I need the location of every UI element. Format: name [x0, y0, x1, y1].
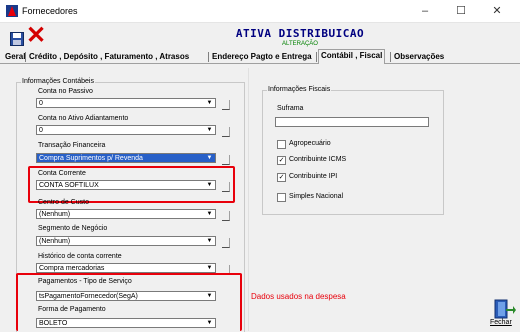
agropecuario-label: Agropecuário — [289, 140, 331, 147]
forma-pagamento-value: BOLETO — [39, 320, 68, 327]
suframa-input[interactable] — [275, 117, 429, 127]
chevron-down-icon: ▼ — [206, 127, 213, 133]
check-icon: ✓ — [278, 157, 285, 164]
historico-value: Compra mercadorias — [39, 265, 105, 272]
conta-corrente-select[interactable]: CONTA SOFTILUX ▼ — [36, 180, 216, 190]
save-icon[interactable] — [10, 32, 24, 46]
tab-separator — [25, 52, 26, 62]
exit-button-label[interactable]: Fechar — [490, 319, 512, 326]
check-icon: ✓ — [278, 174, 285, 181]
chevron-down-icon: ▼ — [206, 265, 213, 271]
chevron-down-icon: ▼ — [206, 155, 213, 161]
company-name: ATIVA DISTRIBUICAO — [235, 27, 365, 40]
suframa-label: Suframa — [277, 105, 304, 112]
contribuinte-icms-checkbox[interactable]: ✓ — [277, 156, 286, 165]
chevron-down-icon: ▼ — [206, 238, 213, 244]
cancel-icon[interactable]: ✕ — [26, 24, 46, 48]
tab-separator — [208, 52, 209, 62]
minimize-button[interactable]: – — [407, 2, 443, 20]
conta-adiantamento-value: 0 — [39, 127, 43, 134]
window-title: Fornecedores — [22, 6, 78, 16]
conta-corrente-value: CONTA SOFTILUX — [39, 182, 99, 189]
transacao-value: Compra Suprimentos p/ Revenda — [39, 155, 143, 162]
pagamentos-tipo-select[interactable]: tsPagamentoFornecedor(SegA) ▼ — [36, 291, 216, 301]
transacao-ellipsis-button[interactable] — [222, 155, 230, 165]
tab-bar: Geral Crédito , Depósito , Faturamento ,… — [0, 49, 520, 64]
centro-custo-select[interactable]: (Nenhum) ▼ — [36, 209, 216, 219]
contribuinte-icms-label: Contribuinte ICMS — [289, 156, 347, 163]
tab-endereco[interactable]: Endereço Pagto e Entrega — [210, 51, 314, 63]
tab-contabil-fiscal[interactable]: Contábil , Fiscal — [318, 49, 386, 64]
transacao-label: Transação Financeira — [38, 142, 106, 149]
tab-geral[interactable]: Geral — [3, 51, 27, 63]
chevron-down-icon: ▼ — [206, 293, 213, 299]
historico-label: Histórico de conta corrente — [38, 253, 122, 260]
segmento-ellipsis-button[interactable] — [222, 238, 230, 248]
centro-custo-ellipsis-button[interactable] — [222, 211, 230, 221]
segmento-label: Segmento de Negócio — [38, 225, 108, 232]
contabeis-group-title: Informações Contábeis — [21, 78, 95, 85]
conta-adiantamento-ellipsis-button[interactable] — [222, 127, 230, 137]
tab-separator — [390, 52, 391, 62]
fiscais-group-title: Informações Fiscais — [267, 86, 332, 93]
forma-pagamento-select[interactable]: BOLETO ▼ — [36, 318, 216, 328]
conta-passivo-select[interactable]: 0 ▼ — [36, 98, 216, 108]
chevron-down-icon: ▼ — [206, 100, 213, 106]
forma-pagamento-label: Forma de Pagamento — [38, 306, 106, 313]
annotation-note: Dados usados na despesa — [251, 292, 346, 301]
tab-separator — [316, 52, 317, 62]
segmento-value: (Nenhum) — [39, 238, 71, 245]
simples-nacional-label: Simples Nacional — [289, 193, 344, 200]
pagamentos-tipo-value: tsPagamentoFornecedor(SegA) — [39, 293, 138, 300]
transacao-select[interactable]: Compra Suprimentos p/ Revenda ▼ — [36, 153, 216, 163]
chevron-down-icon: ▼ — [206, 211, 213, 217]
conta-adiantamento-label: Conta no Ativo Adiantamento — [38, 115, 129, 122]
close-window-button[interactable]: ✕ — [479, 2, 515, 20]
chevron-down-icon: ▼ — [206, 320, 213, 326]
maximize-button[interactable]: ☐ — [443, 2, 479, 20]
conta-corrente-label: Conta Corrente — [38, 170, 86, 177]
mode-label: ALTERAÇÃO — [282, 41, 318, 47]
chevron-down-icon: ▼ — [206, 182, 213, 188]
conta-passivo-ellipsis-button[interactable] — [222, 100, 230, 110]
conta-passivo-label: Conta no Passivo — [38, 88, 93, 95]
tab-observacoes[interactable]: Observações — [392, 51, 446, 63]
centro-custo-label: Centro de Custo — [38, 199, 89, 206]
pagamentos-tipo-label: Pagamentos - Tipo de Serviço — [38, 278, 132, 285]
contribuinte-ipi-label: Contribuinte IPI — [289, 173, 338, 180]
segmento-select[interactable]: (Nenhum) ▼ — [36, 236, 216, 246]
centro-custo-value: (Nenhum) — [39, 211, 71, 218]
historico-select[interactable]: Compra mercadorias ▼ — [36, 263, 216, 273]
agropecuario-checkbox[interactable] — [277, 140, 286, 149]
contribuinte-ipi-checkbox[interactable]: ✓ — [277, 173, 286, 182]
simples-nacional-checkbox[interactable] — [277, 193, 286, 202]
conta-adiantamento-select[interactable]: 0 ▼ — [36, 125, 216, 135]
tab-credito[interactable]: Crédito , Depósito , Faturamento , Atras… — [27, 51, 191, 63]
conta-passivo-value: 0 — [39, 100, 43, 107]
app-logo-icon — [6, 5, 18, 17]
conta-corrente-ellipsis-button[interactable] — [222, 182, 230, 192]
